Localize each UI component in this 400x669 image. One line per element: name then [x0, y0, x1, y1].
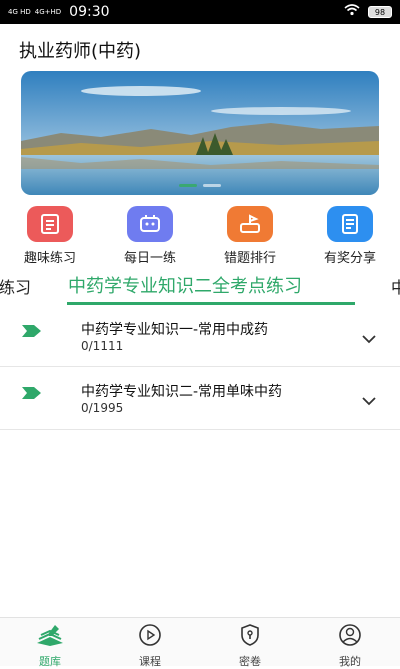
network-indicator: 4G HD	[8, 7, 31, 16]
status-bar: 4G HD 4G+HD 09:30 98	[0, 0, 400, 24]
network-indicator-2: 4G+HD	[34, 7, 62, 16]
tab-next[interactable]: 中	[391, 274, 400, 298]
list-item-count: 0/1111	[81, 339, 124, 353]
secret-paper-icon	[238, 623, 262, 651]
nav-label: 密卷	[239, 655, 261, 668]
quick-label: 趣味练习	[23, 251, 76, 266]
category-tabs: 练习 中药学专业知识二全考点练习 中	[0, 270, 400, 304]
nav-label: 课程	[139, 655, 161, 668]
list-item-title: 中药学专业知识二-常用单味中药	[81, 384, 283, 400]
wrong-rank-icon	[227, 206, 273, 242]
share-icon	[327, 206, 373, 242]
banner-image	[21, 71, 379, 195]
nav-label: 我的	[339, 655, 361, 668]
network-label-1: 4G HD	[8, 7, 31, 16]
quick-label: 每日一练	[123, 251, 176, 266]
banner-carousel[interactable]	[21, 71, 379, 195]
quick-item-wrong-rank[interactable]: 错题排行	[205, 206, 295, 268]
list-item-title: 中药学专业知识一-常用中成药	[81, 322, 269, 338]
nav-question-bank[interactable]: 题库	[0, 618, 100, 668]
quick-label: 错题排行	[223, 251, 276, 266]
carousel-indicator	[21, 184, 379, 187]
quick-item-daily-practice[interactable]: 每日一练	[105, 206, 195, 268]
flag-icon	[22, 323, 42, 342]
quick-item-fun-practice[interactable]: 趣味练习	[5, 206, 95, 268]
flag-icon	[22, 385, 42, 404]
bottom-nav: 题库 课程 密卷 我的	[0, 617, 400, 668]
quick-label: 有奖分享	[323, 251, 376, 266]
quick-actions: 趣味练习 每日一练 错题排行 有奖分享	[0, 206, 400, 268]
quick-item-share[interactable]: 有奖分享	[305, 206, 395, 268]
profile-icon	[338, 623, 362, 651]
course-play-icon	[138, 623, 162, 651]
nav-secret-paper[interactable]: 密卷	[200, 618, 300, 668]
status-time: 09:30	[69, 4, 110, 20]
battery-icon: 98	[368, 6, 392, 18]
question-bank-icon	[35, 623, 65, 651]
nav-label: 题库	[39, 655, 61, 668]
network-label-2: 4G+HD	[34, 7, 62, 16]
list-item[interactable]: 中药学专业知识二-常用单味中药 0/1995	[0, 367, 400, 430]
nav-profile[interactable]: 我的	[300, 618, 400, 668]
section-list: 中药学专业知识一-常用中成药 0/1111 中药学专业知识二-常用单味中药 0/…	[0, 305, 400, 430]
tab-active[interactable]: 中药学专业知识二全考点练习	[68, 272, 302, 298]
page-title: 执业药师(中药)	[19, 41, 142, 62]
quiz-icon	[27, 206, 73, 242]
carousel-dot-active[interactable]	[179, 184, 197, 187]
wifi-icon	[344, 4, 360, 20]
daily-practice-icon	[127, 206, 173, 242]
chevron-down-icon[interactable]	[362, 391, 376, 410]
list-item[interactable]: 中药学专业知识一-常用中成药 0/1111	[0, 305, 400, 367]
chevron-down-icon[interactable]	[362, 329, 376, 348]
nav-course[interactable]: 课程	[100, 618, 200, 668]
tab-prev[interactable]: 练习	[0, 274, 31, 298]
list-item-count: 0/1995	[81, 401, 124, 415]
status-right: 98	[344, 4, 392, 20]
carousel-dot[interactable]	[203, 184, 221, 187]
